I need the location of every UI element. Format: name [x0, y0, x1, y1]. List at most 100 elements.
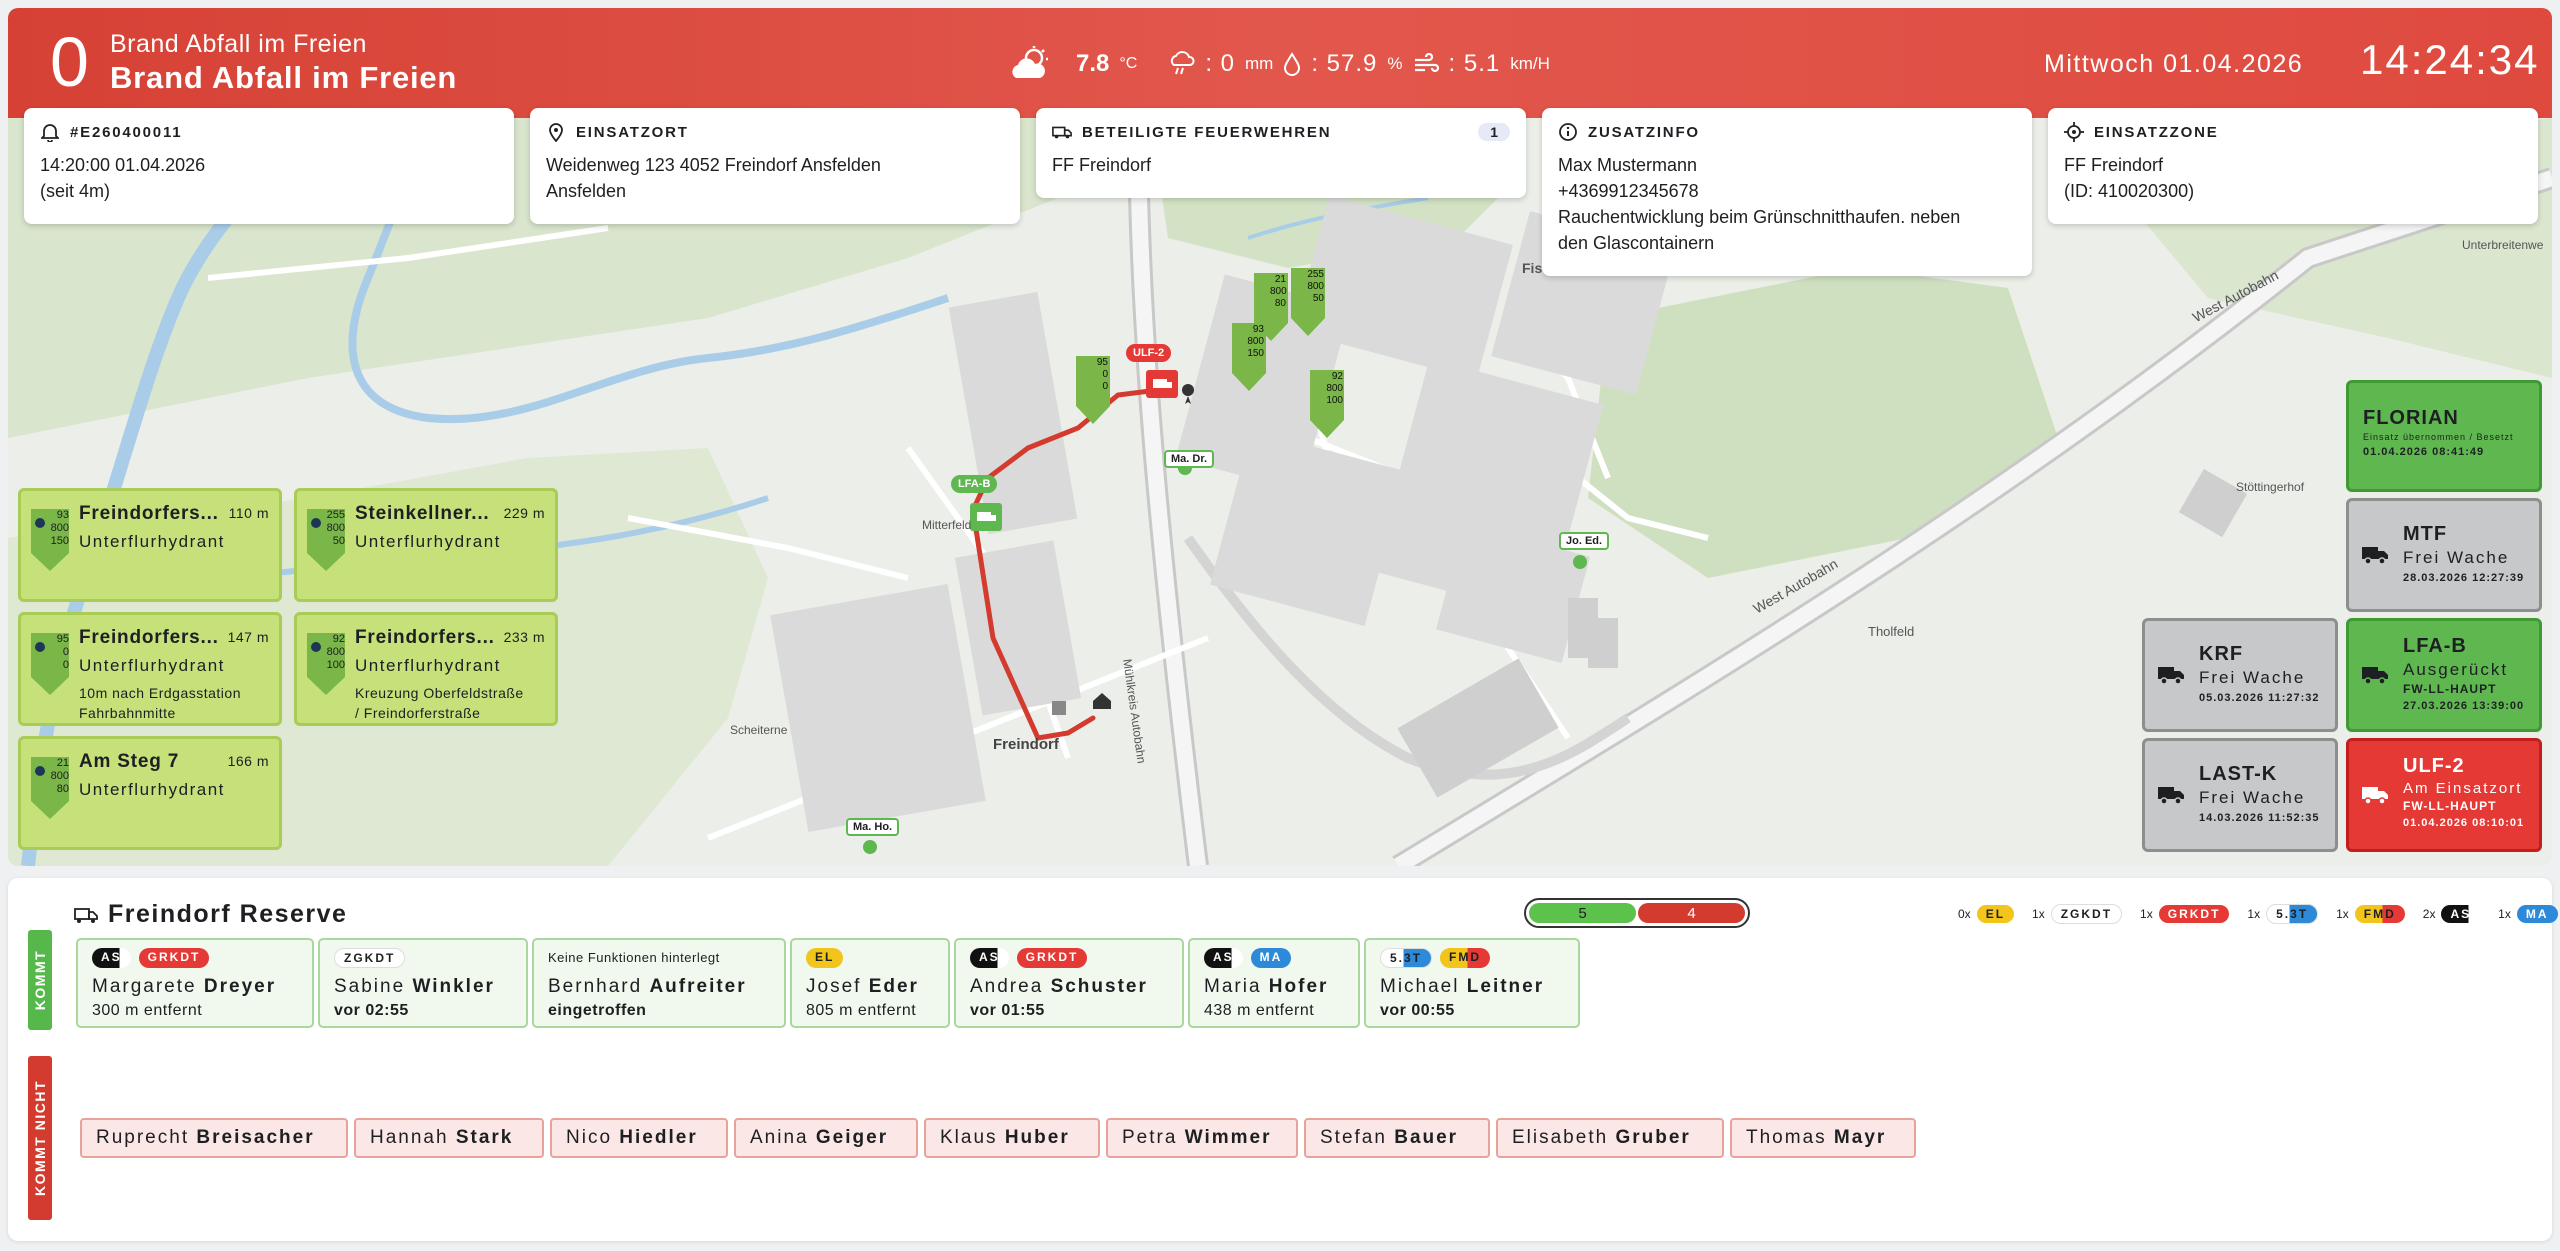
map-crew-pin-ma-dr[interactable]: Ma. Dr. — [1164, 450, 1215, 468]
hydrant-note: Kreuzung Oberfeldstraße / Freindorferstra… — [355, 685, 524, 721]
crew-member-not-coming[interactable]: Elisabeth Gruber — [1496, 1118, 1724, 1158]
function-tag: ZGKDT — [2050, 904, 2123, 924]
crew-title: Freindorf Reserve — [74, 900, 347, 929]
zone-title: EINSATZZONE — [2094, 123, 2219, 141]
function-tag: 5.3T — [1380, 948, 1433, 968]
vehicle-mtf[interactable]: MTF Frei Wache 28.03.2026 12:27:39 — [2346, 498, 2542, 612]
vehicle-status: Ausgerückt — [2403, 660, 2509, 679]
vehicle-florian[interactable]: FLORIAN Einsatz übernommen / Besetzt 01.… — [2346, 380, 2542, 492]
hydrant-p3: 100 — [326, 659, 345, 671]
hydrant-type: Unterflurhydrant — [79, 532, 225, 551]
crew-member-name: Sabine Winkler — [334, 976, 495, 997]
wind-value: : 5.1 — [1448, 50, 1501, 77]
function-tag: GRKDT — [1016, 948, 1088, 968]
alarm-header: 0 Brand Abfall im Freien Brand Abfall im… — [8, 8, 2552, 118]
function-summary-item: 1x MA — [2498, 905, 2558, 923]
crew-member-name: Andrea Schuster — [970, 976, 1148, 997]
card-zone: EINSATZZONE FF Freindorf (ID: 410020300) — [2048, 108, 2538, 224]
vehicle-status: Frei Wache — [2199, 788, 2306, 807]
temperature-value: 7.8 — [1076, 50, 1110, 77]
hydrant-type: Unterflurhydrant — [79, 656, 225, 675]
function-tag: 5.3T — [2266, 904, 2319, 924]
info-caller-name: Max Mustermann — [1558, 155, 1698, 175]
main-frame: 0 Brand Abfall im Freien Brand Abfall im… — [8, 8, 2552, 866]
vehicle-station: FW-LL-HAUPT — [2403, 682, 2497, 696]
hydrant-p1: 92 — [332, 633, 345, 645]
function-summary-item: 1x FMD — [2336, 905, 2405, 923]
function-tag: ZGKDT — [334, 948, 406, 968]
function-count: 1x — [2498, 907, 2511, 921]
vehicle-ulf2[interactable]: ULF-2 Am Einsatzort FW-LL-HAUPT 01.04.20… — [2346, 738, 2542, 852]
hydrant-tile[interactable]: 255 800 50 Steinkellner... 229 m Unterflurhyd… — [294, 488, 558, 602]
crew-member-coming[interactable]: AS MA Maria Hofer 438 m entfernt — [1188, 938, 1360, 1028]
crew-member-coming[interactable]: 5.3T FMD Michael Leitner vor 00:55 — [1364, 938, 1580, 1028]
crew-member-name: Bernhard Aufreiter — [548, 976, 747, 997]
function-tag: GRKDT — [2158, 905, 2230, 923]
map-label-freindorf: Freindorf — [993, 736, 1059, 753]
function-tag: MA — [1250, 948, 1292, 968]
map-hydrant-3[interactable]: 93 800 150 — [1246, 324, 1264, 360]
crew-member-not-coming[interactable]: Anina Geiger — [734, 1118, 918, 1158]
map-hydrant-2[interactable]: 255 800 50 — [1306, 269, 1324, 305]
crew-member-not-coming[interactable]: Hannah Stark — [354, 1118, 544, 1158]
vehicle-status: Frei Wache — [2199, 668, 2306, 687]
hydrant-p1: 21 — [56, 757, 69, 769]
crew-member-not-coming[interactable]: Nico Hiedler — [550, 1118, 728, 1158]
function-count: 1x — [2336, 907, 2349, 921]
hydrant-tile[interactable]: 21 800 80 Am Steg 7 166 m Unterflurhydrant — [18, 736, 282, 850]
card-location: EINSATZORT Weidenweg 123 4052 Freindorf … — [530, 108, 1020, 224]
crew-member-status: vor 00:55 — [1380, 1002, 1455, 1019]
crew-member-not-coming[interactable]: Klaus Huber — [924, 1118, 1100, 1158]
crew-panel: Freindorf Reserve KOMMT KOMMT NICHT 5 4 … — [8, 878, 2558, 1241]
function-count: 1x — [2247, 907, 2261, 921]
truck-icon — [2362, 787, 2388, 805]
crew-member-name: Michael Leitner — [1380, 976, 1545, 997]
hydrant-tile[interactable]: 92 800 100 Freindorfers... 233 m Unterflurhyd… — [294, 612, 558, 726]
hydrant-p3: 150 — [50, 535, 69, 547]
hydrant-name: Am Steg 7 — [79, 751, 180, 772]
hydrant-tile[interactable]: 93 800 150 Freindorfers... 110 m Unterflurhyd… — [18, 488, 282, 602]
hydrant-distance: 166 m — [227, 753, 269, 769]
crew-member-not-coming[interactable]: Ruprecht Breisacher — [80, 1118, 348, 1158]
vehicle-time: 27.03.2026 13:39:00 — [2403, 700, 2525, 712]
hydrant-p2: 800 — [326, 646, 345, 658]
hydrant-tile[interactable]: 95 0 0 Freindorfers... 147 m Unterflurhydrant… — [18, 612, 282, 726]
crew-member-coming[interactable]: AS GRKDT Margarete Dreyer 300 m entfernt — [76, 938, 314, 1028]
card-incident: #E260400011 14:20:00 01.04.2026 (seit 4m… — [24, 108, 514, 224]
map-hydrant-1[interactable]: 21 800 80 — [1270, 274, 1287, 310]
truck-icon — [2158, 667, 2184, 685]
crew-member-coming[interactable]: EL Josef Eder 805 m entfernt — [790, 938, 950, 1028]
crew-member-status: 300 m entfernt — [92, 1002, 203, 1019]
hydrant-p2: 0 — [62, 646, 69, 658]
map-vehicle-pin-ulf2[interactable]: ULF-2 — [1126, 344, 1172, 362]
incident-elapsed: (seit 4m) — [40, 181, 111, 201]
crew-member-coming[interactable]: Keine Funktionen hinterlegt Bernhard Aufr… — [532, 938, 786, 1028]
crew-member-coming[interactable]: AS GRKDT Andrea Schuster vor 01:55 — [954, 938, 1184, 1028]
crew-member-not-coming[interactable]: Petra Wimmer — [1106, 1118, 1298, 1158]
vehicle-lastk[interactable]: LAST-K Frei Wache 14.03.2026 11:52:35 — [2142, 738, 2338, 852]
vehicle-lfab[interactable]: LFA-B Ausgerückt FW-LL-HAUPT 27.03.2026 … — [2346, 618, 2542, 732]
crew-member-status: eingetroffen — [548, 1002, 647, 1019]
rain-value: : 0 — [1205, 50, 1236, 77]
crew-member-coming[interactable]: ZGKDT Sabine Winkler vor 02:55 — [318, 938, 528, 1028]
vehicle-krf[interactable]: KRF Frei Wache 05.03.2026 11:27:32 — [2142, 618, 2338, 732]
info-description-1: Rauchentwicklung beim Grünschnitthaufen.… — [1558, 207, 1961, 227]
map-crew-pin-jo-ed[interactable]: Jo. Ed. — [1559, 532, 1610, 550]
vehicle-time: 01.04.2026 08:41:49 — [2363, 446, 2485, 458]
map-vehicle-pin-lfab[interactable]: LFA-B — [951, 475, 998, 493]
crew-member-status: 805 m entfernt — [806, 1002, 917, 1019]
map-hydrant-5[interactable]: 92 800 100 — [1325, 371, 1343, 407]
brigade-name: FF Freindorf — [1052, 155, 1152, 175]
map-crew-pin-ma-ho[interactable]: Ma. Ho. — [846, 818, 900, 836]
card-additional-info: ZUSATZINFO Max Mustermann +4369912345678… — [1542, 108, 2032, 276]
hydrant-name: Freindorfers... — [79, 627, 219, 648]
vehicle-status: Einsatz übernommen / Besetzt — [2363, 432, 2514, 442]
hydrant-type: Unterflurhydrant — [79, 780, 225, 799]
crew-member-not-coming[interactable]: Stefan Bauer — [1304, 1118, 1490, 1158]
vehicle-time: 14.03.2026 11:52:35 — [2199, 812, 2320, 824]
crew-member-not-coming[interactable]: Thomas Mayr — [1730, 1118, 1916, 1158]
count-not-coming: 4 — [1638, 903, 1745, 923]
hydrant-distance: 233 m — [503, 629, 545, 645]
alarm-subtitle: Brand Abfall im Freien — [110, 30, 367, 58]
map-hydrant-4[interactable]: 95 0 0 — [1092, 357, 1108, 393]
